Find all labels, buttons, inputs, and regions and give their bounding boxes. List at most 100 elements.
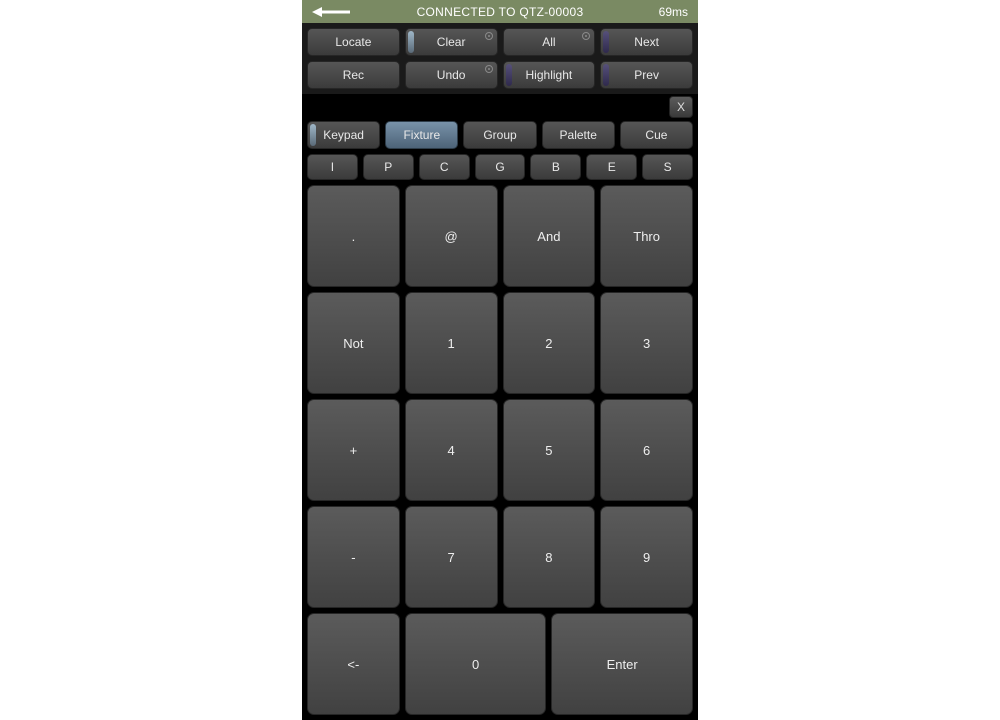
key-label: 2 [545, 336, 552, 351]
next-label: Next [634, 35, 659, 49]
key-dot[interactable]: . [307, 185, 400, 287]
keypad-row: - 7 8 9 [307, 506, 693, 608]
key-3[interactable]: 3 [600, 292, 693, 394]
edge-indicator-icon [506, 64, 512, 86]
numeric-keypad: . @ And Thro Not 1 2 3 + 4 5 6 - 7 8 9 <… [302, 185, 698, 720]
tab-label: Keypad [323, 128, 364, 142]
key-4[interactable]: 4 [405, 399, 498, 501]
tab-group[interactable]: Group [463, 121, 536, 149]
attr-label: S [664, 160, 672, 174]
key-label: Enter [607, 657, 638, 672]
key-0[interactable]: 0 [405, 613, 547, 715]
close-label: X [677, 100, 685, 114]
attr-label: I [331, 160, 334, 174]
tab-keypad[interactable]: Keypad [307, 121, 380, 149]
key-label: 9 [643, 550, 650, 565]
attr-label: P [384, 160, 392, 174]
highlight-button[interactable]: Highlight [503, 61, 596, 89]
toolbar-row-2: Rec Undo Highlight Prev [307, 61, 693, 89]
attr-label: E [608, 160, 616, 174]
attr-s-button[interactable]: S [642, 154, 693, 180]
rec-button[interactable]: Rec [307, 61, 400, 89]
attr-label: G [495, 160, 504, 174]
key-5[interactable]: 5 [503, 399, 596, 501]
keypad-row: . @ And Thro [307, 185, 693, 287]
attr-g-button[interactable]: G [475, 154, 526, 180]
attr-e-button[interactable]: E [586, 154, 637, 180]
key-label: And [537, 229, 560, 244]
key-and[interactable]: And [503, 185, 596, 287]
rec-label: Rec [343, 68, 364, 82]
latency-readout: 69ms [659, 5, 688, 19]
keypad-row: Not 1 2 3 [307, 292, 693, 394]
tab-label: Palette [560, 128, 597, 142]
all-label: All [542, 35, 555, 49]
app-root: CONNECTED TO QTZ-00003 69ms Locate Clear… [302, 0, 698, 720]
attr-label: B [552, 160, 560, 174]
prev-button[interactable]: Prev [600, 61, 693, 89]
key-label: + [350, 443, 358, 458]
view-tabs: Keypad Fixture Group Palette Cue [307, 121, 693, 154]
edge-indicator-icon [603, 64, 609, 86]
key-thro[interactable]: Thro [600, 185, 693, 287]
tab-label: Fixture [403, 128, 440, 142]
back-arrow-icon[interactable] [312, 6, 352, 18]
connection-title: CONNECTED TO QTZ-00003 [302, 5, 698, 19]
attr-b-button[interactable]: B [530, 154, 581, 180]
toolbar-row-1: Locate Clear All Next [307, 28, 693, 56]
key-label: @ [445, 229, 458, 244]
edge-indicator-icon [310, 124, 316, 146]
key-label: 1 [448, 336, 455, 351]
tab-palette[interactable]: Palette [542, 121, 615, 149]
key-label: 6 [643, 443, 650, 458]
attr-p-button[interactable]: P [363, 154, 414, 180]
key-minus[interactable]: - [307, 506, 400, 608]
key-label: - [351, 550, 355, 565]
keypad-row: <- 0 Enter [307, 613, 693, 715]
key-not[interactable]: Not [307, 292, 400, 394]
key-enter[interactable]: Enter [551, 613, 693, 715]
key-label: 4 [448, 443, 455, 458]
top-toolbar: Locate Clear All Next Rec Undo Highlight… [302, 23, 698, 94]
tab-label: Cue [645, 128, 667, 142]
mid-section: X Keypad Fixture Group Palette Cue I P C… [302, 94, 698, 185]
edge-indicator-icon [408, 31, 414, 53]
clear-button[interactable]: Clear [405, 28, 498, 56]
key-1[interactable]: 1 [405, 292, 498, 394]
key-at[interactable]: @ [405, 185, 498, 287]
key-label: 0 [472, 657, 479, 672]
hold-options-icon [485, 65, 493, 73]
attr-c-button[interactable]: C [419, 154, 470, 180]
hold-options-icon [485, 32, 493, 40]
tab-cue[interactable]: Cue [620, 121, 693, 149]
key-9[interactable]: 9 [600, 506, 693, 608]
all-button[interactable]: All [503, 28, 596, 56]
key-8[interactable]: 8 [503, 506, 596, 608]
locate-button[interactable]: Locate [307, 28, 400, 56]
prev-label: Prev [634, 68, 659, 82]
attr-label: C [440, 160, 449, 174]
close-row: X [307, 94, 693, 121]
clear-label: Clear [437, 35, 466, 49]
edge-indicator-icon [603, 31, 609, 53]
tab-label: Group [483, 128, 516, 142]
key-7[interactable]: 7 [405, 506, 498, 608]
undo-button[interactable]: Undo [405, 61, 498, 89]
key-label: 8 [545, 550, 552, 565]
tab-fixture[interactable]: Fixture [385, 121, 458, 149]
key-plus[interactable]: + [307, 399, 400, 501]
attr-i-button[interactable]: I [307, 154, 358, 180]
key-backspace[interactable]: <- [307, 613, 400, 715]
next-button[interactable]: Next [600, 28, 693, 56]
key-label: . [352, 229, 356, 244]
close-button[interactable]: X [669, 96, 693, 118]
key-label: Thro [633, 229, 660, 244]
undo-label: Undo [437, 68, 466, 82]
key-2[interactable]: 2 [503, 292, 596, 394]
key-label: 7 [448, 550, 455, 565]
key-label: 5 [545, 443, 552, 458]
hold-options-icon [582, 32, 590, 40]
key-label: Not [343, 336, 363, 351]
key-6[interactable]: 6 [600, 399, 693, 501]
attribute-buttons: I P C G B E S [307, 154, 693, 185]
